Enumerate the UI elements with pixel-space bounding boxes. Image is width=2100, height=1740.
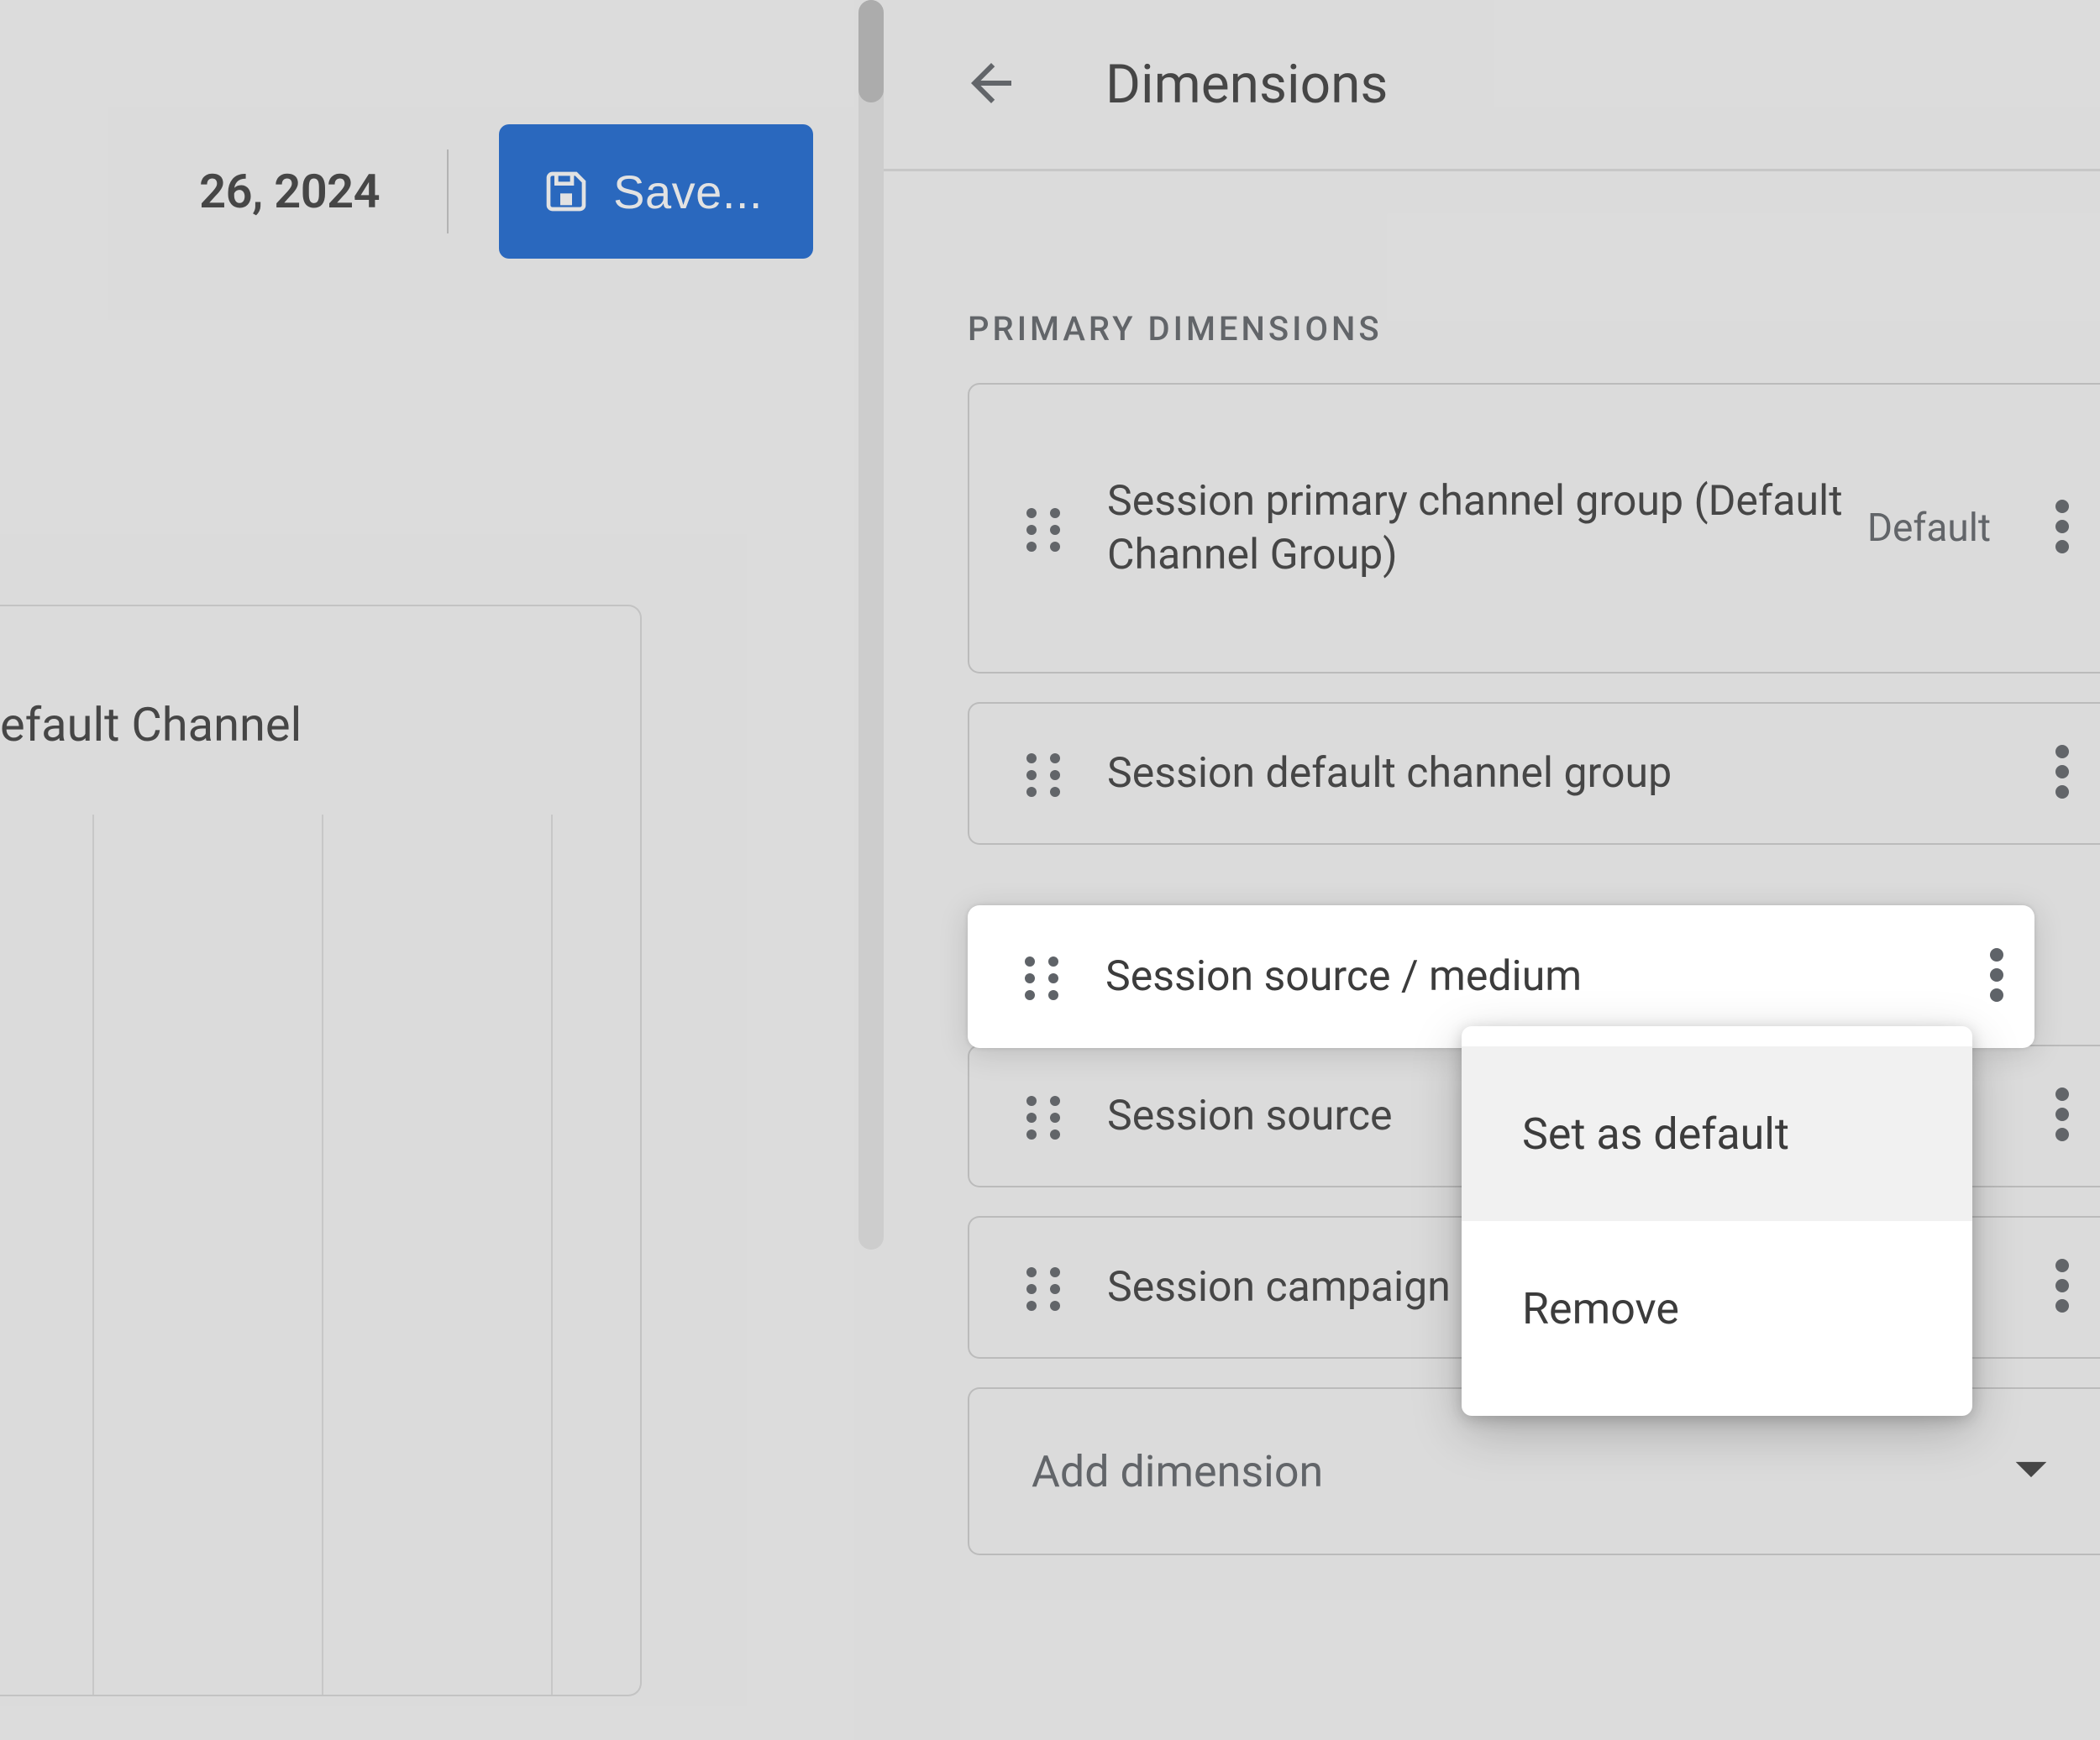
save-button-label: Save... [613, 165, 763, 219]
panel-title: Dimensions [1105, 53, 1388, 116]
dimension-label: Session default channel group [1107, 747, 2024, 800]
more-menu-button[interactable] [1959, 905, 2034, 1048]
more-vert-icon [2055, 1259, 2069, 1316]
more-menu-button[interactable] [2024, 704, 2100, 843]
save-icon [543, 168, 590, 215]
chart-gridline [92, 815, 94, 1695]
topbar-divider [447, 149, 449, 233]
report-preview-pane: 26, 2024 Save... efault Channel [0, 0, 853, 1740]
more-vert-icon [2055, 745, 2069, 802]
drag-handle-icon[interactable] [1023, 1096, 1063, 1136]
more-menu-button[interactable] [2024, 1218, 2100, 1357]
dimension-item[interactable]: Session primary channel group (Default C… [968, 383, 2100, 673]
dimension-label: Session primary channel group (Default C… [1107, 474, 1867, 582]
chart-gridline [551, 815, 553, 1695]
drag-handle-icon[interactable] [1023, 753, 1063, 794]
more-vert-icon [2055, 500, 2069, 557]
back-button[interactable] [961, 55, 1021, 115]
chart-gridlines [92, 815, 551, 1695]
scrollbar-track[interactable] [858, 0, 884, 1250]
chart-card-fragment: efault Channel [0, 605, 642, 1696]
dimension-label: Session source / medium [1105, 950, 1959, 1004]
topbar: 26, 2024 Save... [0, 124, 853, 259]
chart-title-fragment: efault Channel [0, 697, 302, 752]
save-button[interactable]: Save... [499, 124, 813, 259]
more-vert-icon [1990, 948, 2003, 1005]
default-badge: Default [1867, 506, 1991, 551]
date-range-fragment[interactable]: 26, 2024 [199, 164, 380, 219]
scrollbar-thumb[interactable] [858, 0, 884, 102]
panel-header: Dimensions [884, 0, 2100, 171]
chart-gridline [322, 815, 323, 1695]
drag-handle-icon[interactable] [1023, 1267, 1063, 1308]
drag-handle-icon[interactable] [1023, 508, 1063, 548]
context-menu: Set as default Remove [1462, 1026, 1972, 1416]
dimension-item[interactable]: Session default channel group [968, 702, 2100, 845]
section-label: PRIMARY DIMENSIONS [968, 309, 1383, 349]
drag-handle-icon[interactable] [1021, 956, 1062, 997]
dimensions-panel: Dimensions PRIMARY DIMENSIONS Session pr… [884, 0, 2100, 1740]
more-menu-button[interactable] [2024, 1046, 2100, 1186]
more-menu-button[interactable] [2024, 385, 2100, 672]
add-dimension-label: Add dimension [1032, 1446, 1323, 1497]
caret-down-icon [2013, 1458, 2050, 1485]
menu-item-set-default[interactable]: Set as default [1462, 1046, 1972, 1221]
arrow-left-icon [961, 53, 1021, 117]
menu-item-remove[interactable]: Remove [1462, 1221, 1972, 1396]
more-vert-icon [2055, 1088, 2069, 1145]
